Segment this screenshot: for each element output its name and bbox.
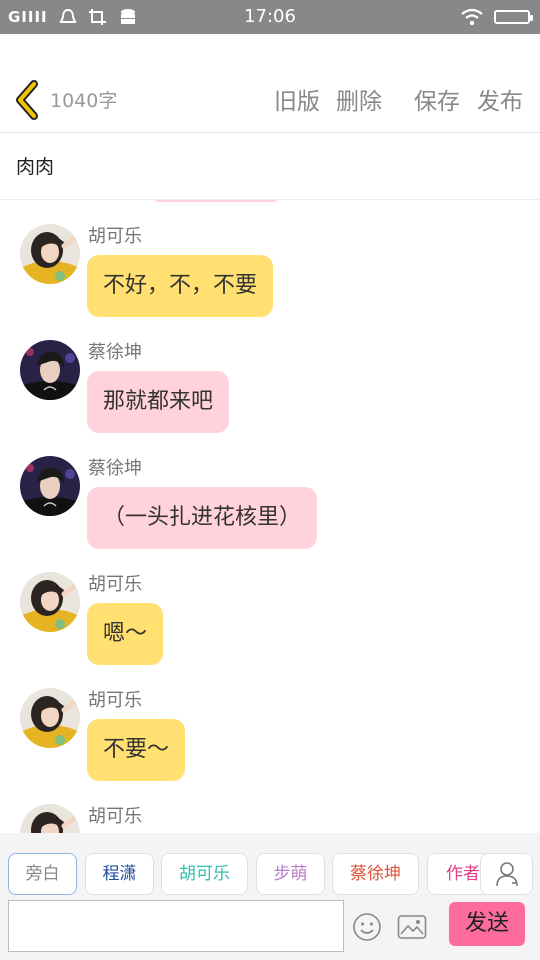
battery-icon (494, 10, 533, 24)
person-icon[interactable] (480, 853, 533, 895)
character-chengxiao[interactable]: 程潇 (85, 853, 154, 895)
character-hukele[interactable]: 胡可乐 (161, 853, 248, 895)
avatar-boy[interactable] (20, 340, 80, 400)
avatar-girl[interactable] (20, 572, 80, 632)
composer: 发送 (0, 898, 540, 960)
sender-name: 胡可乐 (88, 806, 142, 827)
avatar-girl[interactable] (20, 688, 80, 748)
avatar-girl[interactable] (20, 804, 80, 833)
message-list[interactable]: 胡可乐 不好，不，不要 蔡徐坤 那就都来吧 蔡徐坤 （一头扎进花核里） 胡可乐 … (0, 200, 540, 833)
status-bar-right (460, 0, 533, 34)
message-bubble[interactable]: 不要～ (87, 719, 186, 781)
status-time: 17:06 (244, 6, 296, 27)
partial-message-bubble (150, 200, 282, 202)
emoji-icon[interactable] (352, 912, 382, 942)
message-input[interactable] (8, 900, 344, 952)
back-chevron-icon[interactable] (12, 80, 44, 120)
chat-title: 肉肉 (16, 156, 55, 178)
sender-name: 蔡徐坤 (88, 458, 142, 479)
character-narration[interactable]: 旁白 (8, 853, 77, 895)
avatar-girl[interactable] (20, 224, 80, 284)
delete-button[interactable]: 删除 (336, 82, 382, 116)
wifi-icon (461, 8, 483, 26)
send-button[interactable]: 发送 (449, 902, 525, 946)
sender-name: 胡可乐 (88, 226, 142, 247)
character-bumeng[interactable]: 步萌 (256, 853, 325, 895)
save-button[interactable]: 保存 (414, 82, 460, 116)
sender-name: 蔡徐坤 (88, 342, 142, 363)
avatar-boy[interactable] (20, 456, 80, 516)
editor-header: 1040字 旧版 删除 保存 发布 (0, 34, 540, 133)
status-bar: GIIII 17:06 (0, 0, 540, 34)
sender-name: 胡可乐 (88, 574, 142, 595)
character-selector: 旁白 程潇 胡可乐 步萌 蔡徐坤 作者 (0, 833, 540, 898)
sender-name: 胡可乐 (88, 690, 142, 711)
old-version-button[interactable]: 旧版 (274, 82, 320, 116)
message-bubble[interactable]: 不好，不，不要 (87, 255, 274, 317)
message-bubble[interactable]: 那就都来吧 (87, 371, 230, 433)
image-icon[interactable] (397, 914, 427, 940)
publish-button[interactable]: 发布 (477, 82, 523, 116)
message-bubble[interactable]: （一头扎进花核里） (87, 487, 318, 549)
message-bubble[interactable]: 嗯～ (87, 603, 164, 665)
word-count: 1040字 (50, 90, 118, 112)
character-caixukun[interactable]: 蔡徐坤 (332, 853, 419, 895)
